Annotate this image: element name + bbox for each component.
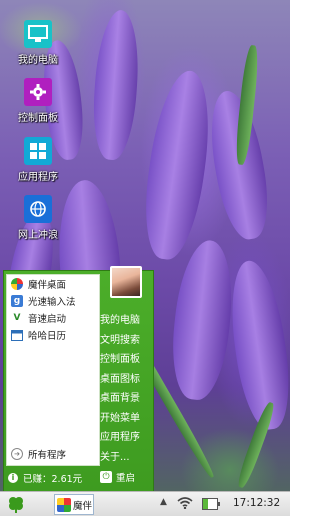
gear-icon: [24, 78, 52, 106]
globe-icon: [24, 195, 52, 223]
menu-item-label: 魔伴桌面: [28, 279, 67, 291]
earnings-label: 已赚：2.61元: [23, 474, 83, 485]
user-avatar[interactable]: [110, 266, 142, 298]
caret-up-icon[interactable]: ▲: [160, 497, 167, 507]
wallpaper-flower: [89, 8, 143, 162]
menu-link-my-computer[interactable]: 我的电脑: [100, 311, 152, 331]
menu-link-start-menu[interactable]: 开始菜单: [100, 409, 152, 429]
pinwheel-icon: [11, 277, 23, 290]
start-menu-program-list: 魔伴桌面 g 光速输入法 V 音速启动 哈哈日历 ➔ 所有程序: [6, 274, 100, 466]
wallpaper-flower: [166, 237, 239, 403]
desktop-icon-my-computer[interactable]: 我的电脑: [8, 20, 68, 66]
wifi-icon[interactable]: [177, 496, 193, 512]
start-menu: 魔伴桌面 g 光速输入法 V 音速启动 哈哈日历 ➔ 所有程序 我的电脑 文明搜…: [3, 266, 154, 492]
taskbar: 魔伴 ▲ 17:12:32: [0, 491, 290, 516]
app-icon: [57, 497, 71, 512]
clover-icon: [9, 497, 23, 513]
grid-icon: [24, 137, 52, 165]
menu-link-applications[interactable]: 应用程序: [100, 428, 152, 448]
info-icon: i: [8, 473, 18, 483]
desktop-icon-applications[interactable]: 应用程序: [8, 137, 68, 183]
calendar-icon: [11, 329, 23, 341]
all-programs-label: 所有程序: [28, 450, 67, 461]
menu-item-calendar[interactable]: 哈哈日历: [7, 326, 99, 343]
menu-item-launcher[interactable]: V 音速启动: [7, 309, 99, 326]
menu-item-input-method[interactable]: g 光速输入法: [7, 292, 99, 309]
earnings-status: i 已赚：2.61元: [8, 471, 82, 485]
menu-item-mobai-desktop[interactable]: 魔伴桌面: [7, 275, 99, 292]
taskbar-app-label: 魔伴: [73, 500, 93, 512]
desktop-icon-control-panel[interactable]: 控制面板: [8, 78, 68, 124]
start-menu-footer: i 已赚：2.61元 ⏻ 重启: [4, 465, 153, 491]
battery-icon[interactable]: [202, 498, 220, 510]
arrow-right-icon: ➔: [11, 448, 23, 460]
menu-item-label: 哈哈日历: [28, 330, 67, 342]
menu-link-desktop-background[interactable]: 桌面背景: [100, 389, 152, 409]
menu-link-control-panel[interactable]: 控制面板: [100, 350, 152, 370]
menu-link-search[interactable]: 文明搜索: [100, 331, 152, 351]
wallpaper-flower: [137, 67, 218, 263]
launcher-icon: V: [13, 312, 21, 323]
desktop-icon-label: 我的电脑: [18, 55, 58, 66]
start-menu-shortcuts: 我的电脑 文明搜索 控制面板 桌面图标 桌面背景 开始菜单 应用程序 关于...: [100, 311, 152, 467]
menu-link-desktop-icons[interactable]: 桌面图标: [100, 370, 152, 390]
desktop-icon-label: 网上冲浪: [18, 230, 58, 241]
start-button[interactable]: [7, 495, 25, 513]
monitor-icon: [24, 20, 52, 48]
restart-label: 重启: [116, 473, 136, 484]
desktop-icon-web-browse[interactable]: 网上冲浪: [8, 195, 68, 241]
restart-button[interactable]: ⏻ 重启: [100, 470, 135, 484]
input-method-icon: g: [11, 294, 23, 307]
menu-item-label: 光速输入法: [28, 296, 76, 308]
battery-level: [203, 499, 208, 509]
desktop-icon-label: 应用程序: [18, 172, 58, 183]
clock[interactable]: 17:12:32: [233, 497, 280, 509]
wallpaper-flower: [223, 257, 297, 433]
power-icon: ⏻: [100, 471, 112, 483]
all-programs-button[interactable]: ➔ 所有程序: [11, 447, 66, 461]
desktop-icon-label: 控制面板: [18, 113, 58, 124]
menu-item-label: 音速启动: [28, 313, 67, 325]
taskbar-app-mobai[interactable]: 魔伴: [54, 494, 94, 515]
